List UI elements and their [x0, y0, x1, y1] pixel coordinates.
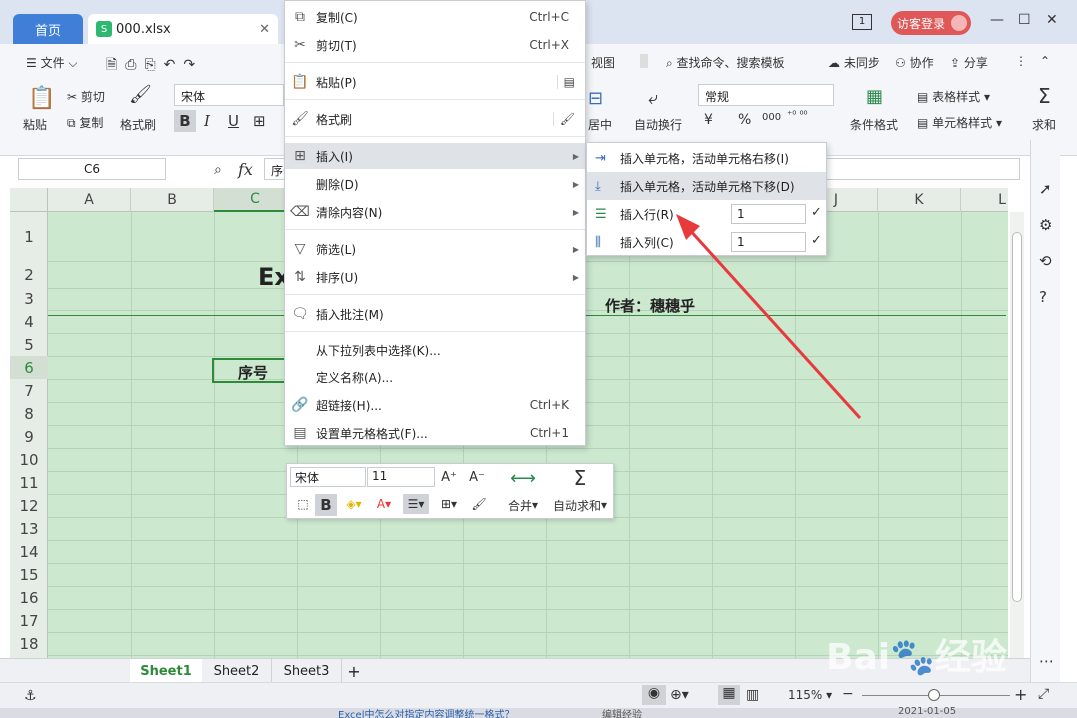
annotation-arrow — [676, 214, 862, 420]
baidu-watermark: Bai🐾经验 — [826, 637, 1007, 678]
